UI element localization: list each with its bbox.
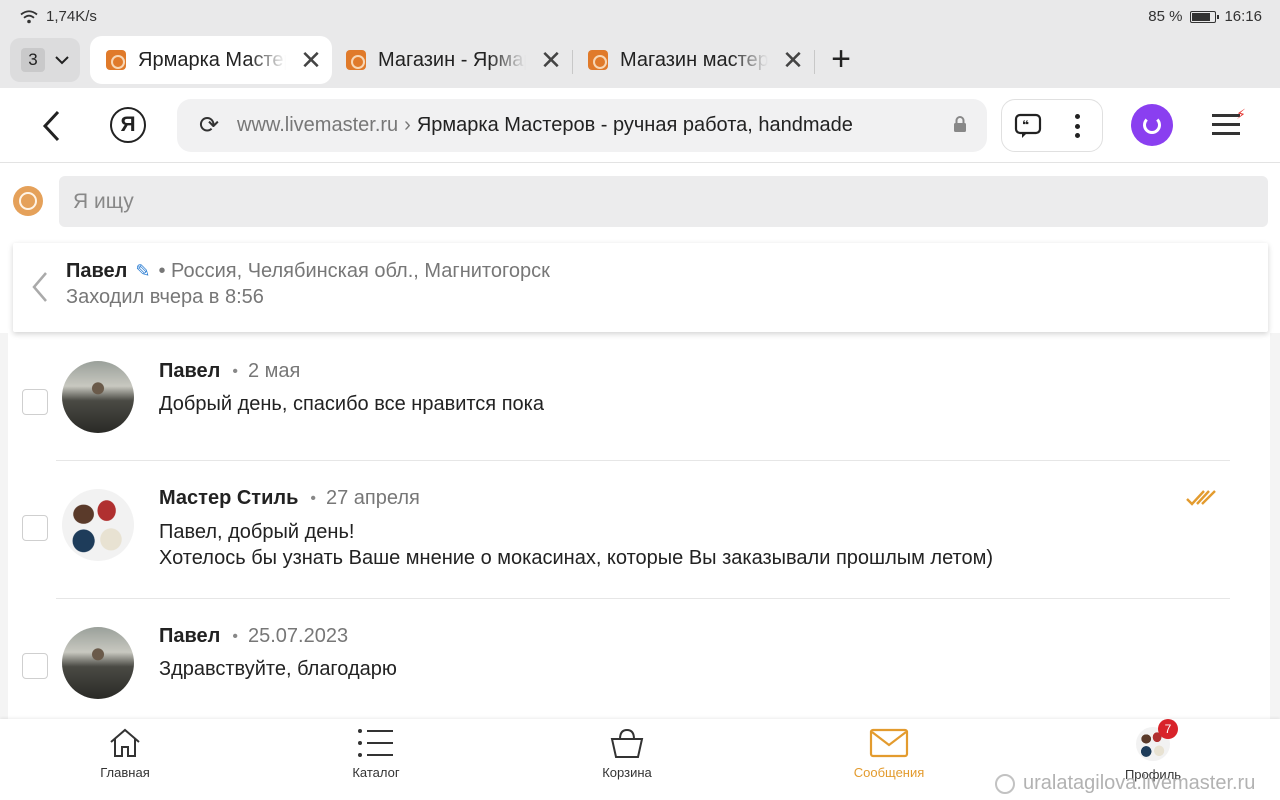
quote-bubble-icon[interactable]: ❝ — [1014, 112, 1042, 140]
avatar: 7 — [1136, 719, 1178, 761]
message-item[interactable]: Павел • 25.07.2023 Здравствуйте, благода… — [8, 599, 1270, 719]
nav-catalog[interactable]: Каталог — [316, 727, 436, 793]
avatar[interactable] — [62, 489, 134, 561]
battery-percent: 85 % — [1148, 8, 1183, 25]
message-text: Павел, добрый день! Хотелось бы узнать В… — [159, 521, 994, 569]
bullet: • — [310, 489, 316, 507]
tab-divider — [814, 50, 815, 74]
wifi-icon — [20, 9, 38, 23]
close-tab-icon[interactable]: ✕ — [296, 45, 326, 76]
bullet: • — [232, 362, 238, 380]
message-item[interactable]: Мастер Стиль • 27 апреля Павел, добрый д… — [8, 461, 1270, 599]
nav-label: Корзина — [602, 765, 652, 780]
message-text: Здравствуйте, благодарю — [159, 658, 397, 680]
message-checkbox[interactable] — [22, 389, 48, 415]
bullet: • — [232, 627, 238, 645]
contact-location: • Россия, Челябинская обл., Магнитогорск — [158, 260, 550, 282]
chevron-left-icon[interactable] — [29, 269, 51, 305]
url-domain: www.livemaster.ru — [237, 114, 399, 136]
pencil-icon[interactable]: ✎ — [135, 261, 150, 282]
battery-icon — [1190, 10, 1220, 23]
menu-icon[interactable]: ⚡ — [1212, 106, 1246, 138]
message-list: Павел • 2 мая Добрый день, спасибо все н… — [0, 333, 1280, 719]
message-author[interactable]: Павел — [159, 360, 220, 383]
battery-fill — [1192, 12, 1211, 21]
message-author[interactable]: Павел — [159, 625, 220, 648]
close-tab-icon[interactable]: ✕ — [778, 45, 808, 76]
watermark-logo-icon — [995, 773, 1015, 794]
nav-cart[interactable]: Корзина — [567, 727, 687, 793]
lock-icon[interactable] — [953, 116, 967, 132]
site-search-row — [0, 164, 1280, 240]
favicon-icon — [588, 50, 608, 70]
message-date: 25.07.2023 — [247, 625, 349, 647]
svg-text:❝: ❝ — [1022, 118, 1029, 132]
nav-label: Главная — [100, 765, 150, 780]
tab-title: Магазин мастера — [620, 48, 768, 71]
status-bar: 1,74K/s 85 % 16:16 — [0, 0, 1280, 32]
message-checkbox[interactable] — [22, 515, 48, 541]
contact-name[interactable]: Павел — [66, 260, 127, 283]
mail-icon — [869, 728, 909, 758]
message-checkbox[interactable] — [22, 653, 48, 679]
network-speed: 1,74K/s — [46, 8, 97, 25]
favicon-icon — [346, 50, 366, 70]
avatar[interactable] — [62, 361, 134, 433]
nav-label: Каталог — [352, 765, 400, 780]
message-date: 27 апреля — [325, 487, 420, 509]
reload-icon[interactable]: ⟳ — [197, 111, 221, 140]
tab-title: Магазин - Ярмарка — [378, 48, 526, 71]
message-text: Добрый день, спасибо все нравится пока — [159, 393, 544, 415]
avatar[interactable] — [62, 627, 134, 699]
basket-icon — [610, 728, 644, 758]
search-input[interactable] — [59, 176, 1268, 227]
nav-messages[interactable]: Сообщения — [829, 727, 949, 793]
clock: 16:16 — [1224, 8, 1262, 25]
tab-bar: 3 Ярмарка Мастеров ✕ Магазин - Ярмарка ✕… — [0, 32, 1280, 88]
url-page-title: Ярмарка Мастеров - ручная работа, handma… — [416, 114, 853, 136]
tab-livemaster[interactable]: Ярмарка Мастеров ✕ — [90, 36, 332, 84]
alice-assistant-icon[interactable] — [1131, 104, 1173, 146]
tab-count: 3 — [21, 48, 45, 72]
yandex-logo[interactable]: Я — [110, 107, 146, 143]
back-arrow-icon[interactable] — [38, 108, 68, 144]
more-menu-icon[interactable] — [1068, 112, 1086, 140]
double-check-icon — [1186, 490, 1216, 506]
notification-badge: 7 — [1158, 719, 1178, 739]
conversation-header: Павел ✎ • Россия, Челябинская обл., Магн… — [13, 243, 1268, 332]
url-separator: › — [404, 114, 411, 136]
tab-master-shop[interactable]: Магазин мастера ✕ — [572, 36, 812, 84]
tab-shop[interactable]: Магазин - Ярмарка ✕ — [330, 36, 570, 84]
new-tab-plus-icon[interactable]: + — [824, 42, 858, 76]
message-date: 2 мая — [247, 360, 301, 382]
tab-switcher-button[interactable]: 3 — [10, 38, 80, 82]
list-icon — [358, 729, 393, 757]
url-field[interactable]: ⟳ www.livemaster.ru › Ярмарка Мастеров -… — [177, 99, 987, 152]
nav-home[interactable]: Главная — [65, 727, 185, 793]
message-item[interactable]: Павел • 2 мая Добрый день, спасибо все н… — [8, 333, 1270, 461]
close-tab-icon[interactable]: ✕ — [536, 45, 566, 76]
watermark: uralatagilova.livemaster.ru — [995, 772, 1255, 795]
chevron-down-icon — [55, 55, 69, 64]
browser-actions: ❝ — [1001, 99, 1103, 152]
favicon-icon — [106, 50, 126, 70]
watermark-text: uralatagilova.livemaster.ru — [1023, 772, 1256, 794]
address-bar: Я ⟳ www.livemaster.ru › Ярмарка Мастеров… — [0, 88, 1280, 163]
tab-title: Ярмарка Мастеров — [138, 48, 286, 71]
message-author[interactable]: Мастер Стиль — [159, 487, 298, 510]
last-seen: Заходил вчера в 8:56 — [66, 286, 264, 308]
livemaster-logo-icon[interactable] — [13, 186, 43, 216]
nav-label: Сообщения — [853, 765, 925, 780]
home-icon — [110, 728, 140, 757]
